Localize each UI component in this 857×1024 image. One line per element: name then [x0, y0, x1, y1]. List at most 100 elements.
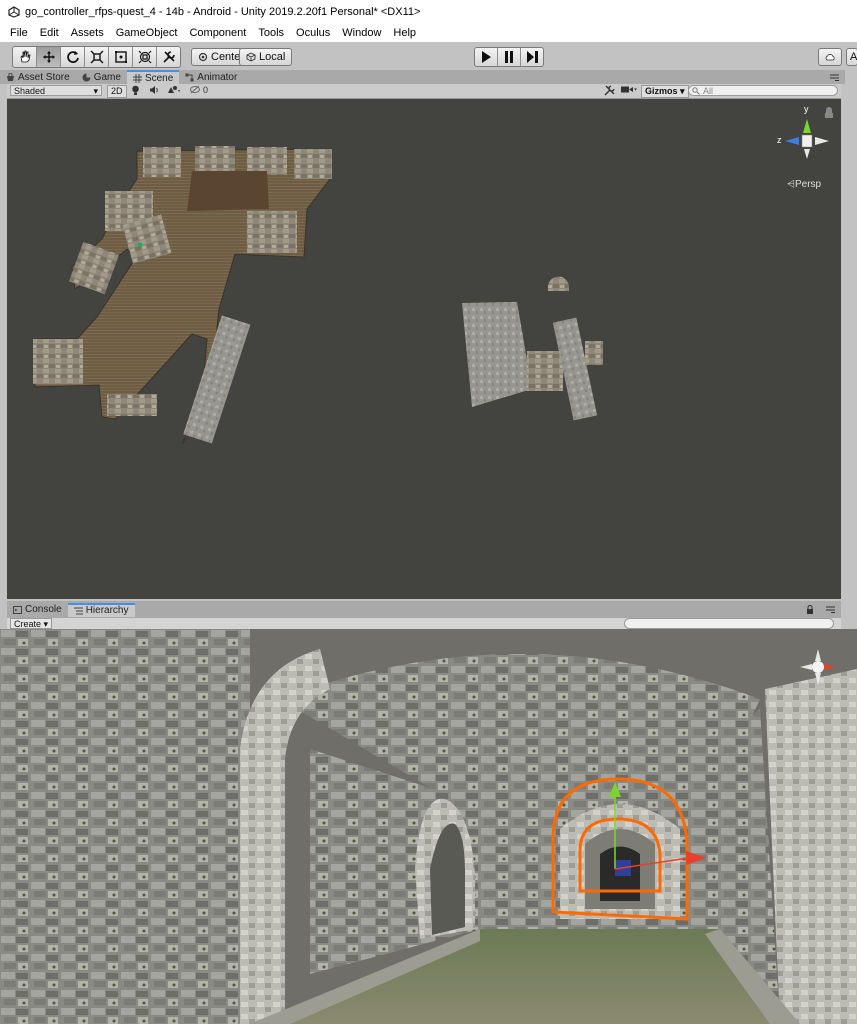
transform-tool-button[interactable] [133, 47, 157, 67]
scene-viewport[interactable]: y z ⩤Persp [7, 99, 841, 599]
panel-lock-button[interactable] [800, 603, 820, 617]
move-tool-button[interactable] [37, 47, 61, 67]
dungeon-structure-left[interactable] [33, 146, 333, 445]
tools-icon [604, 85, 615, 96]
menu-gameobject[interactable]: GameObject [110, 27, 184, 39]
rotate-icon [66, 51, 79, 63]
wrench-icon [162, 51, 175, 63]
scene-search-placeholder: All [703, 86, 714, 96]
console-icon [13, 605, 22, 614]
shading-mode-dropdown[interactable]: Shaded ▾ [10, 85, 102, 96]
hierarchy-search-input[interactable] [624, 618, 834, 629]
pause-button[interactable] [498, 48, 521, 66]
light-bulb-icon [132, 85, 139, 95]
hidden-objects-toggle[interactable] [190, 85, 200, 96]
tab-animator-label: Animator [197, 71, 238, 83]
gizmo-x-axis[interactable] [815, 137, 829, 145]
tab-menu-button[interactable] [824, 70, 845, 84]
scale-icon [90, 50, 103, 64]
account-button[interactable]: A [846, 48, 857, 66]
gizmo-z-axis[interactable] [785, 137, 799, 145]
asset-store-icon [7, 72, 14, 81]
menu-assets[interactable]: Assets [65, 27, 110, 39]
gizmo-y-axis[interactable] [803, 119, 811, 133]
rotate-tool-button[interactable] [61, 47, 85, 67]
account-label: A [850, 51, 857, 63]
step-button[interactable] [521, 48, 543, 66]
tab-console[interactable]: Console [7, 603, 68, 617]
gizmo-y-label: y [804, 104, 809, 114]
space-local-toggle[interactable]: Local [239, 48, 293, 66]
effects-icon [168, 86, 180, 93]
camera-settings-dropdown[interactable] [621, 85, 637, 96]
dungeon-structure-right[interactable] [462, 276, 603, 421]
game-view[interactable] [0, 629, 857, 1024]
2d-toggle[interactable]: 2D [107, 85, 127, 98]
projection-label[interactable]: ⩤Persp [787, 179, 822, 190]
rect-tool-icon [114, 51, 127, 63]
gizmo-z-label: z [777, 135, 782, 145]
scene-search-input[interactable]: All [688, 85, 838, 96]
effects-dropdown[interactable] [167, 85, 181, 96]
cloud-button[interactable] [818, 48, 842, 66]
hand-icon [20, 50, 30, 63]
hand-tool-button[interactable] [13, 47, 37, 67]
projection-mode-label: Persp [795, 179, 822, 190]
speaker-icon [150, 86, 158, 94]
cloud-icon [825, 53, 835, 60]
pivot-center-icon [198, 52, 208, 62]
bottom-panel-tabs: Console Hierarchy [7, 601, 841, 618]
left-stone-wall [0, 629, 250, 1024]
title-bar: go_controller_rfps-quest_4 - 14b - Andro… [0, 0, 857, 25]
animator-icon [185, 73, 194, 81]
tab-asset-store-label: Asset Store [18, 71, 70, 83]
rect-tool-button[interactable] [109, 47, 133, 67]
menu-help[interactable]: Help [387, 27, 422, 39]
lock-icon[interactable] [825, 107, 833, 118]
menu-bar: File Edit Assets GameObject Component To… [0, 24, 857, 42]
tab-game-label: Game [93, 71, 121, 83]
menu-oculus[interactable]: Oculus [290, 27, 336, 39]
lighting-toggle[interactable] [131, 85, 140, 96]
tab-hierarchy-label: Hierarchy [85, 605, 129, 616]
create-dropdown[interactable]: Create ▾ [10, 618, 53, 629]
right-panel-edge [845, 70, 857, 630]
game-icon [82, 73, 91, 81]
menu-file[interactable]: File [0, 27, 34, 39]
window-tabs: Asset Store Game Scene Animator [0, 70, 845, 84]
menu-edit[interactable]: Edit [34, 27, 65, 39]
tab-console-label: Console [25, 604, 62, 615]
tab-menu-icon [830, 74, 839, 81]
lock-icon [807, 605, 813, 614]
scene-orientation-gizmo[interactable] [785, 119, 829, 159]
create-label: Create [14, 619, 42, 629]
hidden-objects-count: 0 [203, 85, 209, 95]
search-icon [692, 87, 700, 95]
custom-tool-button[interactable] [157, 47, 180, 67]
tab-game[interactable]: Game [76, 70, 127, 84]
tab-animator[interactable]: Animator [179, 70, 243, 84]
camera-icon [621, 86, 637, 93]
menu-component[interactable]: Component [183, 27, 252, 39]
tab-asset-store[interactable]: Asset Store [0, 70, 76, 84]
dropdown-arrow-icon: ▾ [93, 86, 98, 96]
audio-toggle[interactable] [149, 85, 159, 96]
tab-scene[interactable]: Scene [126, 70, 180, 84]
scene-tools-button[interactable] [604, 85, 615, 96]
panel-menu-icon [826, 606, 835, 613]
transform-icon [138, 50, 151, 64]
gizmos-dropdown[interactable]: Gizmos ▾ [641, 85, 689, 98]
game-canvas [0, 629, 857, 1024]
menu-window[interactable]: Window [336, 27, 387, 39]
play-button[interactable] [475, 48, 498, 66]
hierarchy-icon [73, 607, 83, 614]
scale-tool-button[interactable] [85, 47, 109, 67]
panel-menu-button[interactable] [820, 603, 841, 617]
eye-off-icon [190, 85, 200, 94]
space-local-label: Local [259, 51, 286, 63]
tab-hierarchy[interactable]: Hierarchy [67, 602, 135, 617]
tab-scene-label: Scene [144, 72, 174, 84]
menu-tools[interactable]: Tools [252, 27, 290, 39]
scene-grid-icon [132, 73, 142, 83]
play-icon [482, 51, 491, 63]
